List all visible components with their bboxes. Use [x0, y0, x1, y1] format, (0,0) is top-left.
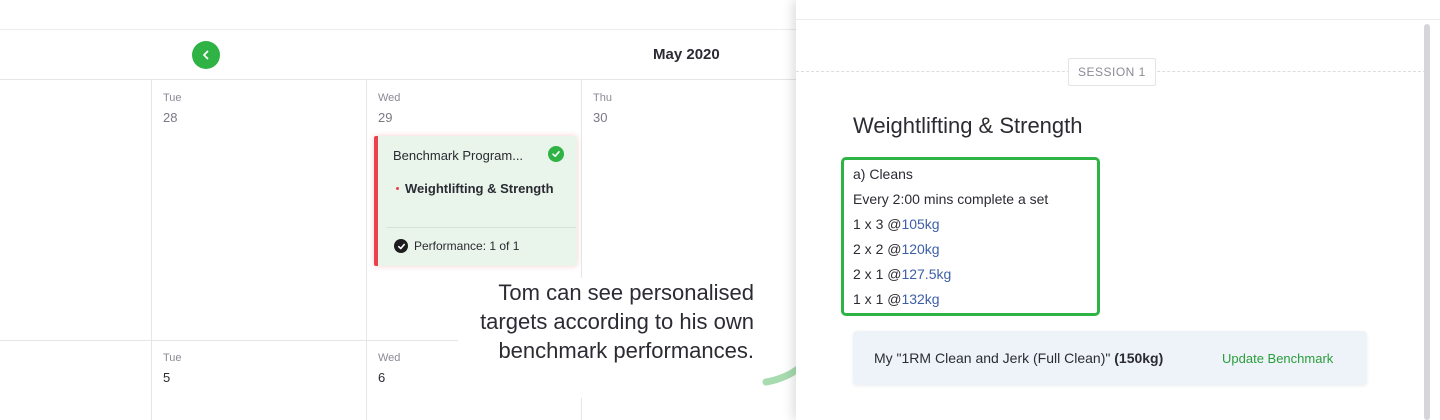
session-detail-panel: SESSION 1 Weightlifting & Strength a) Cl… — [796, 0, 1440, 420]
grid-divider — [366, 80, 367, 420]
benchmark-value: (150kg) — [1114, 350, 1164, 366]
set-weight: 120kg — [901, 241, 940, 257]
set-weight: 132kg — [901, 291, 940, 307]
day-name: Wed — [378, 352, 401, 364]
day-name: Tue — [163, 92, 182, 104]
bullet-icon — [396, 187, 399, 190]
day-name: Thu — [593, 92, 612, 104]
set-weight: 127.5kg — [901, 266, 952, 282]
panel-scrollbar[interactable] — [1424, 24, 1430, 420]
update-benchmark-link[interactable]: Update Benchmark — [1222, 351, 1333, 366]
day-number: 29 — [378, 110, 393, 125]
set-line: 2 x 2 @120kg — [853, 241, 940, 257]
exercise-instruction: Every 2:00 mins complete a set — [853, 191, 1049, 207]
benchmark-summary: My "1RM Clean and Jerk (Full Clean)" (15… — [853, 331, 1367, 385]
event-divider — [386, 227, 576, 228]
set-prefix: 2 x 2 @ — [853, 241, 902, 257]
calendar-navigation: May 2020 — [0, 30, 796, 80]
day-name: Wed — [378, 92, 401, 104]
day-number: 5 — [163, 370, 171, 385]
session-event-card[interactable]: Benchmark Program... Weightlifting & Str… — [374, 136, 577, 266]
grid-divider — [151, 80, 152, 420]
personalised-targets-box: a) Cleans Every 2:00 mins complete a set… — [841, 157, 1100, 316]
workout-title: Weightlifting & Strength — [853, 113, 1083, 138]
month-title: May 2020 — [653, 46, 720, 63]
set-prefix: 2 x 1 @ — [853, 266, 902, 282]
day-number: 30 — [593, 110, 608, 125]
set-line: 1 x 3 @105kg — [853, 216, 940, 232]
set-line: 1 x 1 @132kg — [853, 291, 940, 307]
day-number: 28 — [163, 110, 178, 125]
panel-top-bar — [796, 0, 1440, 20]
set-prefix: 1 x 1 @ — [853, 291, 902, 307]
exercise-name: a) Cleans — [853, 166, 913, 182]
set-line: 2 x 1 @127.5kg — [853, 266, 951, 282]
calendar-top-bar — [0, 0, 796, 30]
benchmark-text: My "1RM Clean and Jerk (Full Clean)" (15… — [874, 350, 1163, 366]
day-name: Tue — [163, 352, 182, 364]
day-number: 6 — [378, 370, 386, 385]
set-prefix: 1 x 3 @ — [853, 216, 902, 232]
chevron-left-icon — [203, 50, 209, 60]
check-circle-icon — [548, 146, 564, 162]
annotation-text: Tom can see personalised targets accordi… — [480, 280, 754, 363]
session-label: SESSION 1 — [1068, 58, 1156, 86]
event-performance: Performance: 1 of 1 — [414, 239, 520, 253]
previous-month-button[interactable] — [192, 41, 220, 69]
event-title: Benchmark Program... — [393, 148, 524, 163]
event-workout-name: Weightlifting & Strength — [405, 181, 554, 196]
benchmark-label: My "1RM Clean and Jerk (Full Clean)" — [874, 350, 1111, 366]
set-weight: 105kg — [901, 216, 940, 232]
performance-check-icon — [394, 239, 408, 253]
